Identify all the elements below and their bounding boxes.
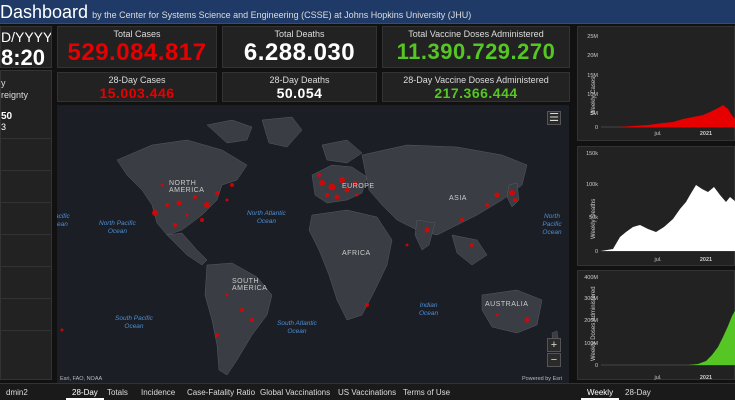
x-tick: 2021	[700, 131, 712, 137]
total-cases-label: Total Cases	[113, 29, 161, 39]
dashboard-subtitle: by the Center for Systems Science and En…	[92, 10, 472, 20]
x-tick: jul.	[653, 257, 662, 263]
bottom-tab-bar: 28-Day Totals Incidence Case-Fatality Ra…	[0, 383, 735, 400]
list-item[interactable]	[1, 235, 51, 267]
map-label-africa: AFRICA	[342, 250, 371, 257]
ocean-label: South Pacific Ocean	[115, 315, 153, 330]
map-label-south-america: SOUTH AMERICA	[232, 278, 268, 292]
tab-global-vaccinations[interactable]: Global Vaccinations	[254, 385, 336, 400]
weekly-doses-chart: 400M 300M 200M 100M 0 jul. 2021 Weekly D…	[577, 270, 735, 381]
y-tick: 150k	[586, 151, 598, 157]
y-axis-label: Weekly Deaths	[591, 198, 597, 239]
tab-weekly[interactable]: Weekly	[581, 385, 620, 400]
x-tick: jul.	[653, 131, 662, 137]
total-deaths-value: 6.288.030	[243, 39, 356, 66]
doses-area	[601, 310, 735, 365]
weekly-cases-chart: 25M 20M 15M 10M 5M 0 jul. 2021 Weekly Ca…	[577, 26, 735, 141]
y-tick: 20M	[587, 53, 598, 59]
tab-incidence[interactable]: Incidence	[135, 385, 181, 400]
tab-totals[interactable]: Totals	[101, 385, 134, 400]
ocean-label: North Pacific Ocean	[542, 213, 562, 236]
map-label-north-america: NORTH AMERICA	[169, 180, 205, 194]
tab-terms-of-use[interactable]: Terms of Use	[397, 385, 456, 400]
y-tick: 0	[595, 249, 598, 255]
total-deaths-label: Total Deaths	[274, 29, 325, 39]
list-item[interactable]	[1, 203, 51, 235]
zoom-out-button[interactable]: −	[547, 353, 561, 367]
list-item[interactable]	[1, 267, 51, 299]
map-attribution: Esri, FAO, NOAA	[60, 376, 103, 382]
total-vaccine-label: Total Vaccine Doses Administered	[408, 29, 544, 39]
map-canvas	[60, 116, 560, 376]
y-tick: 0	[595, 363, 598, 369]
y-tick: 25M	[587, 34, 598, 40]
tab-28-day-chart[interactable]: 28-Day	[619, 385, 657, 400]
weekly-doses-plot: 400M 300M 200M 100M 0 jul. 2021	[584, 275, 735, 381]
weekly-deaths-chart: 150k 100k 50k 0 jul. 2021 Weekly Deaths	[577, 146, 735, 266]
vaccine-28-value: 217.366.444	[434, 85, 518, 101]
weekly-cases-plot: 25M 20M 15M 10M 5M 0 jul. 2021	[587, 34, 735, 137]
y-axis-label: Weekly Cases	[591, 76, 597, 115]
x-tick: 2021	[700, 375, 712, 381]
basemap-gallery-button[interactable]: ☰	[547, 111, 561, 125]
deaths-area	[601, 185, 735, 251]
map-label-australia: AUSTRALIA	[485, 301, 529, 308]
y-tick: 400M	[584, 275, 598, 281]
country-list-panel: y reignty 50 3	[0, 70, 52, 380]
vaccine-28-panel: 28-Day Vaccine Doses Administered 217.36…	[382, 72, 570, 102]
dashboard-header: Dashboard by the Center for Systems Scien…	[0, 0, 735, 24]
list-item[interactable]	[1, 139, 51, 171]
deaths-28-label: 28-Day Deaths	[269, 75, 330, 85]
ocean-label: North Atlantic Ocean	[247, 210, 286, 225]
total-cases-panel: Total Cases 529.084.817	[57, 26, 217, 68]
list-icon: ☰	[549, 112, 559, 124]
map-label-europe: EUROPE	[342, 183, 375, 190]
list-item[interactable]	[1, 299, 51, 331]
y-tick: 0	[595, 125, 598, 131]
ocean-label: North Pacific Ocean	[99, 220, 136, 235]
last-updated-panel: D/YYYY) 8:20	[0, 26, 52, 68]
deaths-28-value: 50.054	[276, 85, 323, 101]
map-label-asia: ASIA	[449, 195, 467, 202]
cases-28-label: 28-Day Cases	[108, 75, 166, 85]
zoom-in-button[interactable]: +	[547, 338, 561, 352]
vaccine-28-label: 28-Day Vaccine Doses Administered	[403, 75, 549, 85]
total-deaths-panel: Total Deaths 6.288.030	[222, 26, 377, 68]
tab-case-fatality-ratio[interactable]: Case-Fatality Ratio	[181, 385, 261, 400]
list-header: y reignty	[1, 78, 29, 100]
cases-area	[601, 105, 735, 127]
deaths-28-panel: 28-Day Deaths 50.054	[222, 72, 377, 102]
admin-tab[interactable]: dmin2	[0, 385, 34, 400]
last-updated-time: 8:20	[1, 45, 46, 68]
total-cases-value: 529.084.817	[67, 39, 207, 66]
list-item[interactable]: 50 3	[1, 111, 51, 139]
minus-icon: −	[550, 354, 558, 366]
x-tick: 2021	[700, 257, 712, 263]
weekly-deaths-plot: 150k 100k 50k 0 jul. 2021	[586, 151, 735, 263]
map-powered-by[interactable]: Powered by Esri	[522, 376, 562, 382]
plus-icon: +	[550, 339, 558, 351]
tab-us-vaccinations[interactable]: US Vaccinations	[332, 385, 402, 400]
date-format-label: D/YYYY)	[1, 29, 52, 45]
total-vaccine-panel: Total Vaccine Doses Administered 11.390.…	[382, 26, 570, 68]
world-map[interactable]: NORTH AMERICA EUROPE ASIA AFRICA SOUTH AME…	[57, 105, 569, 385]
ocean-label: South Atlantic Ocean	[277, 320, 317, 335]
cases-28-panel: 28-Day Cases 15.003.446	[57, 72, 217, 102]
x-tick: jul.	[653, 375, 662, 381]
y-tick: 100k	[586, 182, 598, 188]
total-vaccine-value: 11.390.729.270	[396, 39, 556, 64]
ocean-label: acificean	[57, 213, 70, 228]
dashboard-title: Dashboard by the Center for Systems Scien…	[0, 2, 472, 22]
cases-28-value: 15.003.446	[99, 85, 175, 101]
y-axis-label: Weekly Doses Administered	[591, 286, 597, 361]
tab-28-day[interactable]: 28-Day	[66, 385, 104, 400]
ocean-label: Indian Ocean	[419, 302, 439, 317]
list-item[interactable]	[1, 171, 51, 203]
